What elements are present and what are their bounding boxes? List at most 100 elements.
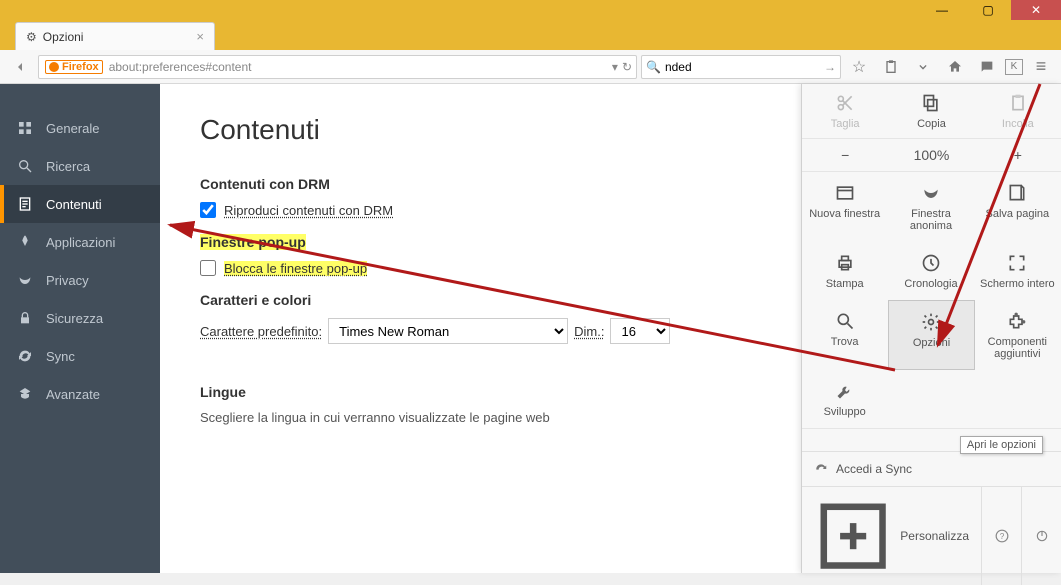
window-icon [835, 182, 855, 204]
menu-paste: Incolla [975, 84, 1061, 138]
dropdown-icon[interactable]: ▾ [612, 60, 618, 74]
svg-text:?: ? [999, 532, 1004, 541]
mask-icon [16, 271, 34, 289]
menu-customize[interactable]: Personalizza [802, 487, 981, 585]
sidebar-item-label: Sync [46, 349, 75, 364]
clipboard-icon[interactable] [877, 54, 905, 80]
chat-icon[interactable] [973, 54, 1001, 80]
menu-label: Copia [917, 118, 946, 130]
search-icon [16, 157, 34, 175]
zoom-level: 100% [888, 139, 974, 171]
minimize-button[interactable]: — [919, 0, 965, 20]
gear-icon: ⚙ [26, 30, 37, 44]
maximize-button[interactable]: ▢ [965, 0, 1011, 20]
tab-strip: ⚙ Opzioni × [0, 20, 1061, 50]
sidebar-item-ricerca[interactable]: Ricerca [0, 147, 160, 185]
sidebar-item-label: Privacy [46, 273, 89, 288]
checkbox-label-drm: Riproduci contenuti con DRM [224, 203, 393, 218]
sync-icon [814, 462, 828, 476]
menu-label: Stampa [826, 278, 864, 290]
checkbox-popup[interactable] [200, 260, 216, 276]
copy-icon [921, 92, 941, 114]
power-button[interactable] [1021, 487, 1061, 585]
printer-icon [835, 252, 855, 274]
menu-developer[interactable]: Sviluppo [802, 370, 888, 428]
search-bar[interactable]: 🔍 → [641, 55, 841, 79]
hat-icon [16, 385, 34, 403]
url-text: about:preferences#content [109, 60, 612, 74]
sync-icon [16, 347, 34, 365]
tab-opzioni[interactable]: ⚙ Opzioni × [15, 22, 215, 50]
plus-icon [814, 497, 892, 575]
menu-print[interactable]: Stampa [802, 242, 888, 300]
sidebar-item-sync[interactable]: Sync [0, 337, 160, 375]
menu-label: Componenti aggiuntivi [979, 336, 1056, 360]
menu-label: Accedi a Sync [836, 462, 912, 476]
identity-badge: Firefox [45, 60, 103, 74]
sidebar-item-label: Applicazioni [46, 235, 115, 250]
search-icon [835, 310, 855, 332]
puzzle-icon [1007, 310, 1027, 332]
menu-fullscreen[interactable]: Schermo intero [975, 242, 1061, 300]
menu-label: Cronologia [904, 278, 957, 290]
checkbox-drm[interactable] [200, 202, 216, 218]
help-button[interactable]: ? [981, 487, 1021, 585]
menu-save-page[interactable]: Salva pagina [975, 172, 1061, 242]
sidebar-item-label: Generale [46, 121, 99, 136]
navigation-bar: Firefox about:preferences#content ▾ ↻ 🔍 … [0, 50, 1061, 84]
menu-label: Taglia [831, 118, 860, 130]
select-default-font[interactable]: Times New Roman [328, 318, 568, 344]
url-bar[interactable]: Firefox about:preferences#content ▾ ↻ [38, 55, 637, 79]
menu-label: Incolla [1002, 118, 1034, 130]
label-dim: Dim.: [574, 324, 604, 339]
fullscreen-icon [1007, 252, 1027, 274]
menu-private-window[interactable]: Finestra anonima [888, 172, 974, 242]
sidebar-item-contenuti[interactable]: Contenuti [0, 185, 160, 223]
menu-label: Trova [831, 336, 859, 348]
select-font-size[interactable]: 16 [610, 318, 670, 344]
download-icon[interactable] [909, 54, 937, 80]
sidebar-item-sicurezza[interactable]: Sicurezza [0, 299, 160, 337]
menu-sync-signin[interactable]: Accedi a Sync [802, 451, 1061, 486]
menu-button[interactable]: ≡ [1027, 54, 1055, 80]
checkbox-label-popup: Blocca le finestre pop-up [224, 261, 367, 276]
menu-label: Schermo intero [980, 278, 1055, 290]
sidebar-item-avanzate[interactable]: Avanzate [0, 375, 160, 413]
menu-new-window[interactable]: Nuova finestra [802, 172, 888, 242]
home-icon[interactable] [941, 54, 969, 80]
back-button[interactable] [6, 54, 34, 80]
lock-icon [16, 309, 34, 327]
menu-history[interactable]: Cronologia [888, 242, 974, 300]
url-actions: ▾ ↻ [612, 60, 632, 74]
sidebar-item-privacy[interactable]: Privacy [0, 261, 160, 299]
menu-label: Finestra anonima [892, 208, 969, 232]
mask-icon [921, 182, 941, 204]
sidebar-item-label: Avanzate [46, 387, 100, 402]
go-icon[interactable]: → [824, 60, 836, 74]
zoom-out-button[interactable]: − [802, 139, 888, 171]
menu-options[interactable]: Opzioni [888, 300, 974, 370]
menu-label: Nuova finestra [809, 208, 880, 220]
search-icon: 🔍 [646, 60, 661, 74]
menu-addons[interactable]: Componenti aggiuntivi [975, 300, 1061, 370]
sidebar-item-label: Ricerca [46, 159, 90, 174]
menu-label: Opzioni [913, 337, 950, 349]
bookmark-star-icon[interactable]: ☆ [845, 54, 873, 80]
search-input[interactable] [665, 60, 824, 74]
menu-find[interactable]: Trova [802, 300, 888, 370]
menu-label: Salva pagina [986, 208, 1050, 220]
k-box-icon[interactable]: K [1005, 59, 1023, 75]
tab-close-icon[interactable]: × [196, 29, 204, 44]
menu-label: Sviluppo [824, 406, 866, 418]
tab-title: Opzioni [43, 30, 197, 44]
label-default-font: Carattere predefinito: [200, 324, 322, 339]
wrench-icon [835, 380, 855, 402]
reload-icon[interactable]: ↻ [622, 60, 632, 74]
sidebar-item-generale[interactable]: Generale [0, 109, 160, 147]
close-button[interactable]: ✕ [1011, 0, 1061, 20]
sidebar-item-label: Sicurezza [46, 311, 103, 326]
zoom-in-button[interactable]: + [975, 139, 1061, 171]
rocket-icon [16, 233, 34, 251]
sidebar-item-applicazioni[interactable]: Applicazioni [0, 223, 160, 261]
menu-copy[interactable]: Copia [888, 84, 974, 138]
